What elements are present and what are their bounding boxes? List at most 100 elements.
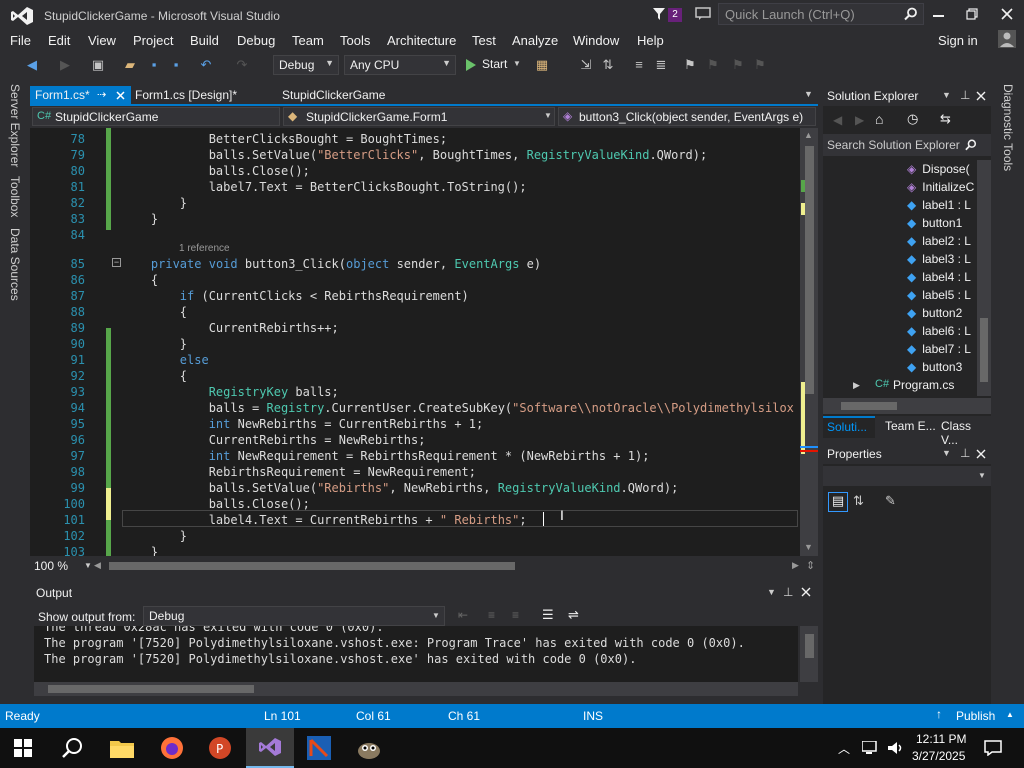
menu-test[interactable]: Test — [472, 33, 496, 48]
firefox-icon[interactable] — [160, 736, 184, 760]
scroll-left-icon[interactable]: ◀ — [94, 560, 101, 571]
code-line[interactable]: balls = Registry.CurrentUser.CreateSubKe… — [122, 401, 794, 415]
browse-icon[interactable]: ▦ — [534, 57, 550, 73]
chevron-up-icon[interactable]: ︿ — [838, 740, 850, 757]
scroll-thumb[interactable] — [841, 402, 897, 410]
close-icon[interactable] — [976, 91, 986, 101]
solution-tree-item[interactable]: ◈ InitializeC — [907, 180, 974, 194]
home-icon[interactable]: ⌂ — [875, 111, 883, 127]
tree-horizontal-scrollbar[interactable] — [823, 398, 991, 414]
window-menu-icon[interactable]: ▼ — [942, 90, 951, 100]
solution-tree-item[interactable]: ◆ label7 : L — [907, 342, 971, 356]
clear-all-icon[interactable]: ☰ — [542, 607, 554, 623]
code-line[interactable]: CurrentRebirths = NewRebirths; — [122, 433, 426, 447]
code-lines[interactable]: 78 BetterClicksBought = BoughtTimes; 79 b… — [30, 128, 800, 556]
tab-form1-design[interactable]: Form1.cs [Design]* — [130, 86, 270, 105]
toolbox-tab[interactable]: Toolbox — [8, 176, 22, 217]
code-line[interactable]: } — [122, 529, 187, 543]
code-line[interactable]: balls.Close(); — [122, 164, 310, 178]
volume-icon[interactable] — [887, 741, 905, 755]
windows-start-icon[interactable] — [14, 739, 32, 757]
properties-object-dropdown[interactable]: ▼ — [823, 466, 991, 486]
editor-vertical-scrollbar[interactable]: ▲ ▼ — [800, 128, 818, 556]
feedback-icon[interactable] — [695, 7, 711, 21]
code-line[interactable]: label7.Text = BetterClicksBought.ToStrin… — [122, 180, 527, 194]
code-line[interactable]: balls.SetValue("BetterClicks", BoughtTim… — [122, 148, 708, 162]
code-line[interactable]: int NewRequirement = RebirthsRequirement… — [122, 449, 650, 463]
previous-bookmark-icon[interactable]: ⚑ — [705, 57, 721, 73]
code-line[interactable]: balls.SetValue("Rebirths", NewRebirths, … — [122, 481, 679, 495]
menu-tools[interactable]: Tools — [340, 33, 370, 48]
menu-debug[interactable]: Debug — [237, 33, 275, 48]
solution-tree-item[interactable]: ◆ label6 : L — [907, 324, 971, 338]
code-line[interactable]: int NewRebirths = CurrentRebirths + 1; — [122, 417, 484, 431]
window-menu-icon[interactable]: ▼ — [942, 448, 951, 458]
scroll-down-icon[interactable]: ▼ — [804, 542, 813, 552]
notification-badge[interactable]: 2 — [668, 8, 682, 22]
find-message-icon[interactable]: ⇤ — [458, 608, 468, 622]
comment-lines-icon[interactable]: ≡ — [631, 57, 647, 73]
solution-platform-dropdown[interactable]: Any CPU ▼ — [344, 55, 456, 75]
scroll-thumb[interactable] — [805, 634, 814, 658]
menu-window[interactable]: Window — [573, 33, 619, 48]
menu-edit[interactable]: Edit — [48, 33, 70, 48]
menu-team[interactable]: Team — [292, 33, 324, 48]
solution-tree-item[interactable]: ◆ button3 — [907, 360, 962, 374]
bookmark-icon[interactable]: ⇲ — [578, 57, 594, 73]
menu-project[interactable]: Project — [133, 33, 173, 48]
split-view-icon[interactable]: ⇕ — [806, 559, 815, 572]
code-line[interactable]: } — [122, 212, 158, 226]
toggle-bookmark-icon[interactable]: ⚑ — [682, 57, 698, 73]
visual-studio-blend-icon[interactable] — [307, 736, 331, 760]
start-button[interactable]: Start ▼ — [462, 55, 524, 75]
menu-file[interactable]: File — [10, 33, 31, 48]
scroll-thumb[interactable] — [109, 562, 515, 570]
menu-analyze[interactable]: Analyze — [512, 33, 558, 48]
uncomment-lines-icon[interactable]: ≣ — [653, 57, 669, 73]
menu-architecture[interactable]: Architecture — [387, 33, 456, 48]
code-line[interactable]: } — [122, 337, 187, 351]
data-sources-tab[interactable]: Data Sources — [8, 228, 22, 301]
solution-tree-item[interactable]: ◆ label3 : L — [907, 252, 971, 266]
publish-button[interactable]: ↑ Publish ▲ — [936, 707, 1020, 725]
code-line[interactable]: } — [122, 545, 158, 556]
tab-stupidclickergame[interactable]: StupidClickerGame — [277, 86, 417, 105]
file-explorer-icon[interactable] — [110, 738, 134, 758]
output-horizontal-scrollbar[interactable] — [34, 682, 798, 696]
solution-tree-item[interactable]: ◆ label2 : L — [907, 234, 971, 248]
output-text-area[interactable]: The thread 0x28ac has exited with code 0… — [34, 626, 798, 682]
code-lens-references[interactable]: 1 reference — [179, 243, 230, 254]
code-line[interactable]: if (CurrentClicks < RebirthsRequirement) — [122, 289, 469, 303]
code-line[interactable]: } — [122, 196, 187, 210]
scroll-thumb[interactable] — [48, 685, 254, 693]
menu-build[interactable]: Build — [190, 33, 219, 48]
tab-class-view[interactable]: Class V... — [941, 419, 991, 447]
sync-icon[interactable]: ⇆ — [940, 111, 951, 127]
tab-list-dropdown-icon[interactable]: ▼ — [804, 89, 813, 99]
filter-notifications-icon[interactable] — [652, 7, 666, 21]
navigate-forward-icon[interactable]: ▶ — [57, 57, 73, 73]
collapse-region-icon[interactable]: − — [112, 258, 121, 267]
next-bookmark-icon[interactable]: ⚑ — [730, 57, 746, 73]
solution-configuration-dropdown[interactable]: Debug ▼ — [273, 55, 339, 75]
open-file-icon[interactable]: ▰ — [122, 57, 138, 73]
code-line[interactable]: balls.Close(); — [122, 497, 310, 511]
code-line[interactable]: RebirthsRequirement = NewRequirement; — [122, 465, 476, 479]
alphabetical-icon[interactable]: ⇅ — [853, 493, 864, 509]
categorized-icon[interactable]: ▤ — [828, 492, 848, 512]
taskbar-visual-studio[interactable] — [246, 728, 294, 768]
tab-solution-explorer[interactable]: Soluti... — [823, 416, 875, 438]
window-menu-icon[interactable]: ▼ — [767, 587, 776, 597]
menu-help[interactable]: Help — [637, 33, 664, 48]
close-icon[interactable] — [1001, 8, 1013, 20]
navigate-back-icon[interactable]: ◀ — [24, 57, 40, 73]
scroll-thumb[interactable] — [980, 318, 988, 382]
search-icon[interactable] — [62, 737, 84, 759]
pin-icon[interactable]: ⊥ — [960, 88, 970, 102]
code-line[interactable]: { — [122, 273, 158, 287]
gimp-icon[interactable] — [356, 736, 382, 760]
code-line[interactable]: BetterClicksBought = BoughtTimes; — [122, 132, 447, 146]
solution-tree-item[interactable]: ◆ button1 — [907, 216, 962, 230]
clear-bookmarks-icon[interactable]: ⚑ — [752, 57, 768, 73]
minimize-icon[interactable] — [933, 15, 944, 17]
